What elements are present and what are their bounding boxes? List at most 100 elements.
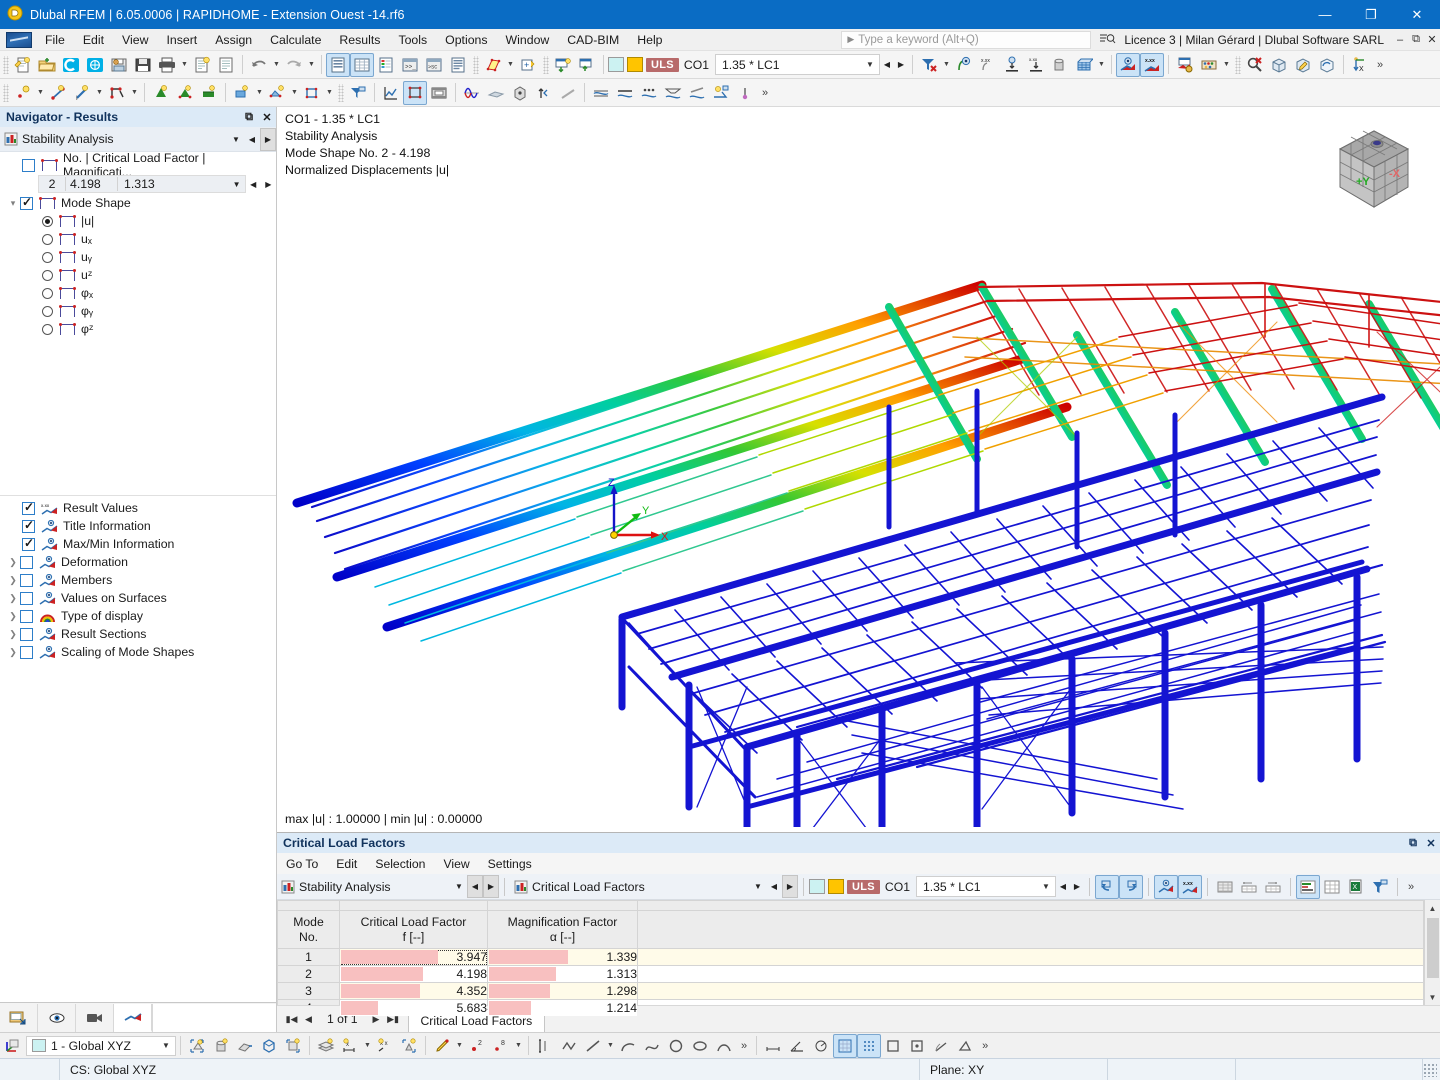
tables-icon[interactable] [350, 53, 374, 77]
menu-calculate[interactable]: Calculate [261, 31, 330, 49]
parabola-icon[interactable] [712, 1034, 736, 1058]
printout-report-icon[interactable] [190, 53, 214, 77]
pen-icon[interactable] [430, 1034, 454, 1058]
abacus-dropdown-caret[interactable]: ▼ [1221, 53, 1232, 77]
scroll-down-button[interactable]: ▼ [1425, 989, 1440, 1005]
load-slope-icon[interactable] [685, 81, 709, 105]
new-opening-icon[interactable] [197, 81, 221, 105]
nodal-support-icon[interactable] [230, 81, 254, 105]
snap-person-icon[interactable] [397, 1034, 421, 1058]
cell-magnification-factor[interactable]: 1.298 [488, 983, 638, 1000]
circle-icon[interactable] [664, 1034, 688, 1058]
table-panel-undock-button[interactable]: ⧉ [1404, 837, 1422, 850]
cell-magnification-factor[interactable]: 1.214 [488, 1000, 638, 1017]
object-snap-toggle-icon[interactable] [905, 1034, 929, 1058]
polyline-icon[interactable] [557, 1034, 581, 1058]
redo-icon[interactable] [282, 53, 306, 77]
table-grid-icon[interactable] [1320, 875, 1344, 899]
load-point-icon[interactable] [637, 81, 661, 105]
import-icon[interactable] [551, 53, 575, 77]
snap-plane-icon[interactable] [233, 1034, 257, 1058]
solid-view-icon[interactable] [1048, 53, 1072, 77]
cell-critical-load-factor[interactable]: 4.198 [340, 966, 488, 983]
menu-assign[interactable]: Assign [206, 31, 261, 49]
print-icon[interactable] [155, 53, 179, 77]
table-next-button[interactable]: ▶ [782, 875, 798, 898]
show-surface-results-icon[interactable] [952, 53, 976, 77]
page-first-button[interactable]: ▮◀ [283, 1014, 300, 1025]
line-tool-icon[interactable] [581, 1034, 605, 1058]
edit-view-icon[interactable] [1291, 53, 1315, 77]
table-toolbar-overflow[interactable]: » [1403, 881, 1419, 893]
window-maximize-button[interactable]: ❐ [1348, 0, 1394, 29]
pen-caret[interactable]: ▼ [454, 1034, 465, 1058]
table-show-values-icon[interactable]: x.xx [1178, 875, 1202, 899]
result-min-icon[interactable] [1000, 53, 1024, 77]
toolbar-overflow-button[interactable]: » [1372, 59, 1388, 71]
load-uniform-icon[interactable] [613, 81, 637, 105]
menu-file[interactable]: File [36, 31, 74, 49]
coordinate-system-icon[interactable] [0, 1034, 24, 1058]
cell-magnification-factor[interactable]: 1.339 [488, 949, 638, 966]
new-solid-icon[interactable] [173, 81, 197, 105]
chevron-down-icon[interactable]: ▼ [228, 128, 244, 151]
grid-toggle-icon[interactable] [833, 1034, 857, 1058]
undo-dropdown-caret[interactable]: ▼ [271, 53, 282, 77]
cad-mode-icon[interactable] [953, 1034, 977, 1058]
menu-results[interactable]: Results [330, 31, 389, 49]
result-sections-checkbox[interactable] [20, 628, 33, 641]
frame-dropdown-caret[interactable]: ▼ [129, 81, 140, 105]
3d-viewport[interactable]: CO1 - 1.35 * LC1 Stability Analysis Mode… [277, 107, 1440, 832]
option-values-on-surfaces[interactable]: ❯ Values on Surfaces [0, 589, 276, 607]
toolbar-grip-3[interactable] [543, 56, 549, 74]
member-result-icon[interactable] [403, 81, 427, 105]
mode-prev-button[interactable]: ◀ [246, 173, 261, 196]
table-loadcase-prev[interactable]: ◀ [1056, 876, 1070, 897]
page-prev-button[interactable]: ◀ [300, 1014, 317, 1025]
option-result-sections[interactable]: ❯ Result Sections [0, 625, 276, 643]
export-icon[interactable] [575, 53, 599, 77]
radio-phix[interactable] [42, 288, 53, 299]
menu-options[interactable]: Options [436, 31, 496, 49]
result-values-checkbox[interactable] [22, 502, 35, 515]
new-model-icon[interactable] [11, 53, 35, 77]
menu-help[interactable]: Help [628, 31, 671, 49]
table-vertical-scrollbar[interactable]: ▲ ▼ [1424, 900, 1440, 1005]
status-toolbar-overflow[interactable]: » [736, 1040, 752, 1052]
cell-critical-load-factor[interactable]: 3.947 [340, 949, 488, 966]
chevron-down-icon[interactable]: ▼ [750, 875, 766, 898]
type-of-display-checkbox[interactable] [20, 610, 33, 623]
title-info-checkbox[interactable] [22, 520, 35, 533]
table-menu-view[interactable]: View [434, 855, 478, 873]
member-dropdown-caret[interactable]: ▼ [94, 81, 105, 105]
menu-edit[interactable]: Edit [74, 31, 113, 49]
option-type-of-display[interactable]: ❯ Type of display [0, 607, 276, 625]
new-line-icon[interactable] [46, 81, 70, 105]
redo-dropdown-caret[interactable]: ▼ [306, 53, 317, 77]
option-members[interactable]: ❯ Members [0, 571, 276, 589]
scroll-thumb[interactable] [1427, 918, 1439, 978]
table-row[interactable]: 3 4.352 1.298 [278, 983, 1424, 1000]
surface-support-caret[interactable]: ▼ [324, 81, 335, 105]
result-max-icon[interactable]: x.xx [1024, 53, 1048, 77]
cell-empty[interactable] [638, 983, 1424, 1000]
deformation-result-icon[interactable] [532, 81, 556, 105]
ellipse-icon[interactable] [688, 1034, 712, 1058]
new-member-icon[interactable]: I [70, 81, 94, 105]
toolbar2-grip-2[interactable] [338, 84, 344, 102]
new-surface-icon[interactable] [149, 81, 173, 105]
grid-view-icon[interactable] [1072, 53, 1096, 77]
console-icon[interactable]: >>_ [398, 53, 422, 77]
option-deformation[interactable]: ❯ Deformation [0, 553, 276, 571]
radio-phiy[interactable] [42, 306, 53, 317]
loadcase-next-button[interactable]: ▶ [894, 54, 908, 75]
view-cube-icon[interactable] [1267, 53, 1291, 77]
filter-results-icon[interactable] [917, 53, 941, 77]
table-row[interactable]: 1 3.947 1.339 [278, 949, 1424, 966]
navigator-analysis-combo[interactable]: Stability Analysis ▼ ◀ ▶ [0, 127, 276, 152]
component-ux[interactable]: uₓ [0, 230, 276, 248]
table-analysis-combo[interactable]: Stability Analysis ▼ ◀ ▶ [277, 875, 499, 899]
toolbar2-grip[interactable] [3, 84, 9, 102]
rotate-view-icon[interactable] [1315, 53, 1339, 77]
window-resize-grip[interactable] [1423, 1063, 1437, 1077]
